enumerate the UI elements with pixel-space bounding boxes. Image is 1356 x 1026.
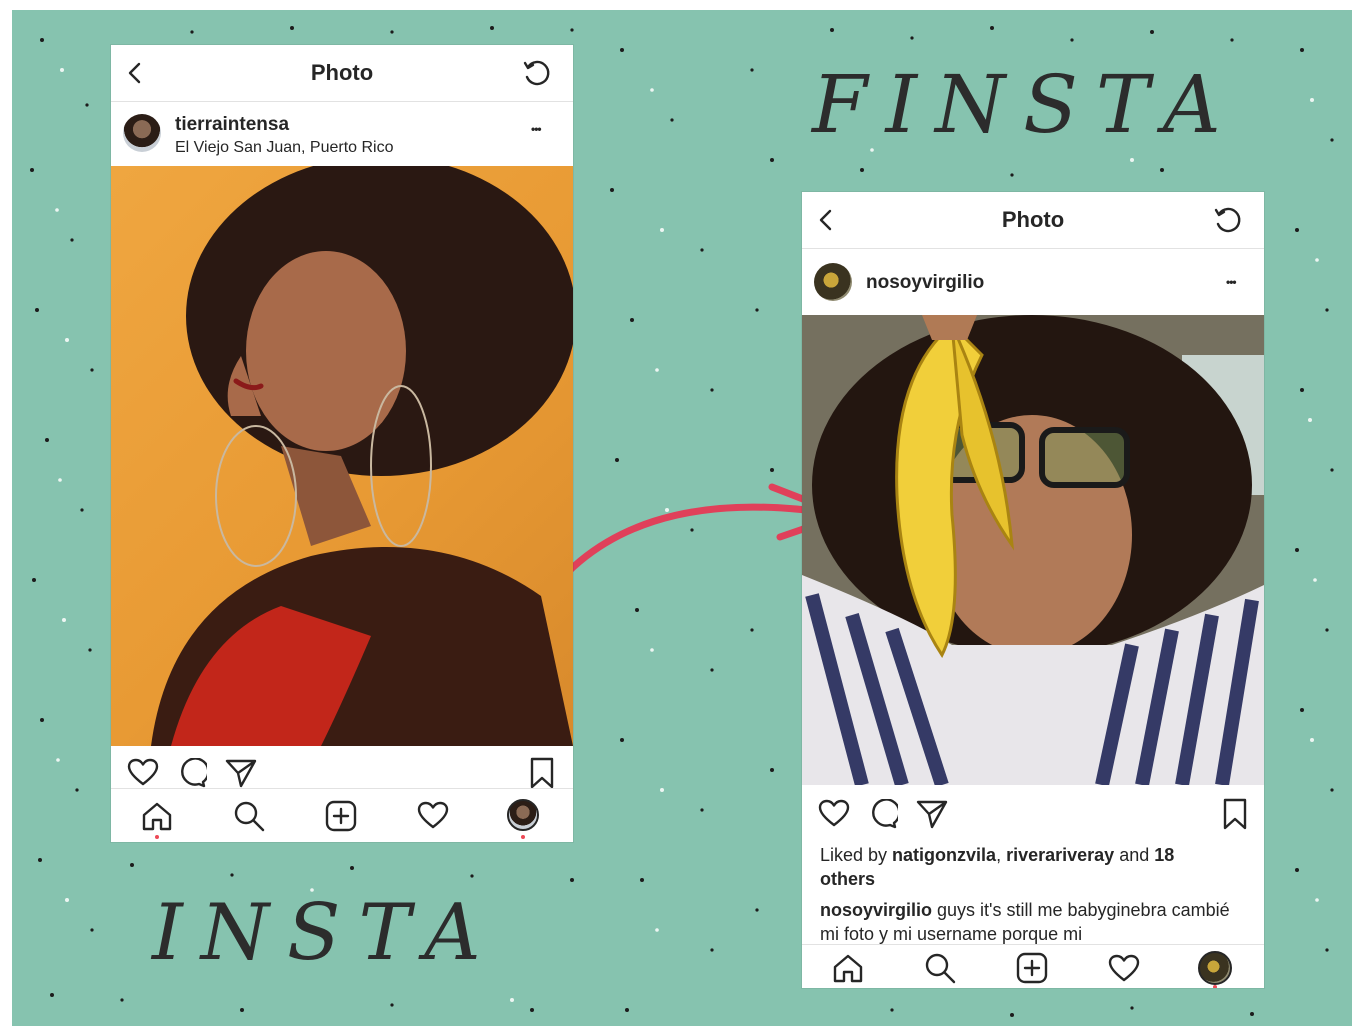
- more-options-icon[interactable]: •••: [531, 122, 542, 136]
- send-icon[interactable]: [225, 758, 257, 788]
- bookmark-icon[interactable]: [529, 757, 555, 789]
- liker-link[interactable]: natigonzvila: [892, 845, 996, 865]
- comment-icon[interactable]: [177, 758, 207, 788]
- post-header: tierraintensa El Viejo San Juan, Puerto …: [111, 102, 573, 166]
- likes-separator: ,: [996, 845, 1007, 865]
- profile-avatar[interactable]: [507, 799, 539, 831]
- comment-icon[interactable]: [868, 799, 898, 829]
- insta-phone-screen: Photo tierraintensa El Viejo San Juan, P…: [111, 45, 573, 842]
- post-location[interactable]: El Viejo San Juan, Puerto Rico: [175, 139, 394, 157]
- search-icon[interactable]: [233, 800, 265, 832]
- add-icon[interactable]: [1016, 952, 1048, 984]
- avatar[interactable]: [814, 263, 852, 301]
- post-photo: [111, 166, 573, 746]
- home-icon[interactable]: [141, 801, 173, 831]
- profile-avatar[interactable]: [1198, 951, 1232, 985]
- heart-icon[interactable]: [818, 799, 850, 827]
- refresh-icon[interactable]: [521, 59, 553, 89]
- post-header: nosoyvirgilio •••: [802, 249, 1264, 315]
- top-bar: Photo: [802, 192, 1264, 249]
- add-icon[interactable]: [325, 800, 357, 832]
- post-actions: [111, 748, 573, 792]
- likes-line: Liked by natigonzvila, riverariveray and…: [820, 843, 1240, 891]
- avatar[interactable]: [123, 114, 161, 152]
- notification-dot: [521, 835, 525, 839]
- likes-prefix: Liked by: [820, 845, 893, 865]
- likes-others[interactable]: others: [820, 869, 875, 889]
- bottom-nav: [802, 944, 1264, 988]
- post-actions: [802, 787, 1264, 831]
- activity-heart-icon[interactable]: [417, 801, 449, 829]
- bookmark-icon[interactable]: [1222, 798, 1248, 830]
- page-title: Photo: [310, 60, 374, 85]
- likes-count[interactable]: 18: [1154, 845, 1174, 865]
- search-icon[interactable]: [924, 952, 956, 984]
- caption-username[interactable]: nosoyvirgilio: [820, 900, 932, 920]
- send-icon[interactable]: [916, 799, 948, 829]
- selfie-illustration: [802, 315, 1264, 785]
- refresh-icon[interactable]: [1212, 206, 1244, 236]
- notification-dot: [1213, 985, 1217, 988]
- activity-heart-icon[interactable]: [1108, 954, 1140, 982]
- collage-board: FINSTA INSTA Photo tierraintensa El Viej…: [12, 10, 1352, 1026]
- liker-link[interactable]: riverariveray: [1006, 845, 1114, 865]
- post-caption: nosoyvirgilio guys it's still me babygin…: [820, 898, 1240, 944]
- finsta-label: FINSTA: [812, 58, 1239, 151]
- post-username[interactable]: nosoyvirgilio: [866, 272, 984, 294]
- bottom-nav: [111, 788, 573, 842]
- top-bar: Photo: [111, 45, 573, 102]
- insta-label: INSTA: [152, 888, 499, 978]
- page-title: Photo: [1001, 207, 1065, 232]
- likes-and: and: [1114, 845, 1155, 865]
- post-photo: [802, 315, 1264, 785]
- finsta-phone-screen: Photo nosoyvirgilio ••• Liked by natigon…: [802, 192, 1264, 988]
- portrait-illustration: [151, 166, 573, 746]
- post-username[interactable]: tierraintensa: [175, 114, 289, 136]
- heart-icon[interactable]: [127, 758, 159, 786]
- home-icon[interactable]: [832, 953, 864, 983]
- more-options-icon[interactable]: •••: [1226, 275, 1237, 289]
- notification-dot: [155, 835, 159, 839]
